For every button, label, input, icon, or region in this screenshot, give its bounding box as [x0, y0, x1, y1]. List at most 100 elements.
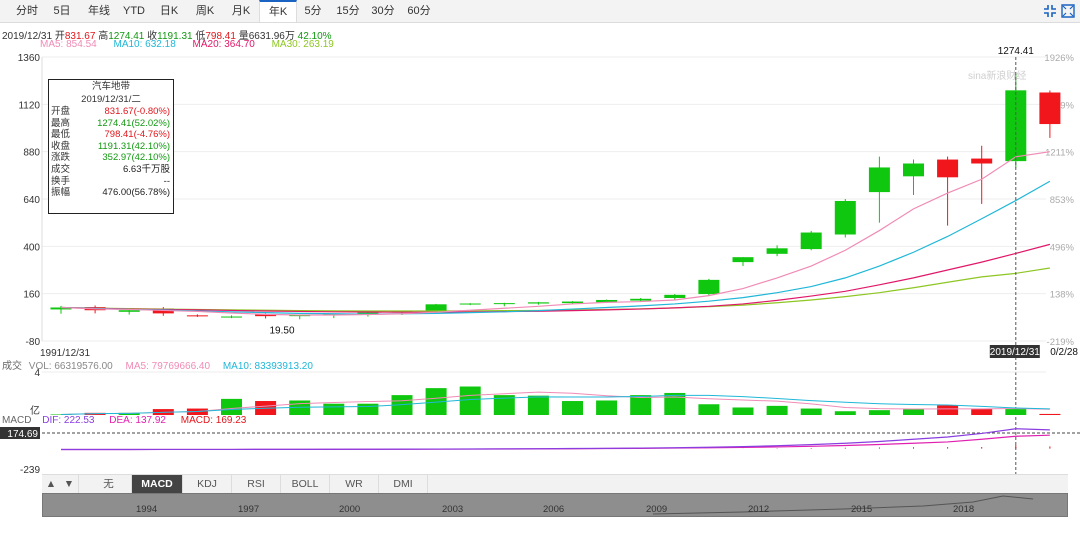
candle-body [698, 279, 720, 295]
tab-yearly-k[interactable]: 年K [259, 0, 297, 22]
tooltip-row-value: 831.67(-0.80%) [104, 106, 170, 117]
candle-body [630, 298, 652, 301]
right-date-fragment: 0/2/28 [1050, 347, 1078, 358]
shrink-icon[interactable] [1042, 3, 1058, 19]
tooltip-rows: 开盘 831.67(-0.80%) 最高 1274.41(52.02%) 最低 798.4… [49, 106, 173, 199]
tooltip-row-value: 476.00(56.78%) [102, 187, 170, 199]
volume-bar [903, 409, 924, 415]
candle-body [221, 316, 242, 318]
tab-30min[interactable]: 30分 [366, 0, 400, 22]
scroll-up-button[interactable]: ▲ [42, 475, 60, 494]
indicator-rsi[interactable]: RSI [232, 475, 281, 494]
indicator-macd[interactable]: MACD [132, 475, 183, 494]
candle-body [732, 257, 754, 263]
tooltip-row-value: 6.63千万股 [123, 163, 170, 175]
nav-year-2000: 2000 [339, 504, 361, 515]
macd-top-tick: 174.69 [7, 429, 38, 440]
candle-body [971, 158, 993, 164]
nav-year-1997: 1997 [238, 504, 260, 515]
nav-year-2015: 2015 [851, 504, 873, 515]
dif-line [61, 428, 1050, 451]
tab-60min[interactable]: 60分 [402, 0, 436, 22]
range-navigator[interactable]: 1994 1997 2000 2003 2006 2009 2012 2015 … [42, 493, 1068, 517]
price-tick-label: 1120 [18, 100, 40, 111]
tooltip-row: 开盘 831.67(-0.80%) [49, 106, 173, 118]
tab-weekly-k[interactable]: 周K [188, 0, 222, 22]
volume-bar [562, 401, 583, 415]
tooltip-row-label: 成交 [51, 163, 71, 175]
candle-body [868, 167, 890, 193]
tooltip-row-value: 798.41(-4.76%) [104, 129, 170, 141]
indicator-bar: ▲ ▼ 无 MACD KDJ RSI BOLL WR DMI [42, 474, 1068, 494]
indicator-dmi[interactable]: DMI [379, 475, 428, 494]
candle-body [562, 301, 583, 304]
pct-tick-label: 496% [1050, 242, 1075, 253]
tab-minute[interactable]: 分时 [10, 0, 44, 22]
start-date: 1991/12/31 [40, 348, 91, 359]
pct-tick-label: 1211% [1045, 148, 1074, 159]
candle-body [664, 294, 686, 299]
tooltip-row-label: 最高 [51, 117, 71, 129]
tab-monthly-k[interactable]: 月K [224, 0, 258, 22]
volume-bar [937, 405, 959, 415]
candle-body [493, 303, 515, 305]
candle-body [118, 310, 140, 312]
nav-year-1994: 1994 [136, 504, 158, 515]
scroll-down-button[interactable]: ▼ [60, 475, 79, 494]
macd-bottom-tick: -239 [20, 465, 40, 474]
pct-tick-label: 1926% [1044, 53, 1074, 64]
macd-value: MACD: 169.23 [180, 415, 247, 426]
volume-bar [323, 403, 345, 415]
volume-bar [596, 400, 618, 415]
volume-bar [868, 410, 890, 415]
indicator-wr[interactable]: WR [330, 475, 379, 494]
volume-bar [664, 392, 686, 415]
tab-ytd[interactable]: YTD [118, 0, 150, 22]
nav-year-2012: 2012 [748, 504, 770, 515]
candle-body [1039, 92, 1061, 125]
price-tick-label: -80 [26, 337, 41, 348]
tooltip-row-label: 开盘 [51, 106, 71, 117]
tab-daily-k[interactable]: 日K [152, 0, 186, 22]
tab-5day[interactable]: 5日 [46, 0, 78, 22]
tooltip-row-label: 换手 [51, 175, 71, 187]
volume-bar [834, 411, 856, 415]
tooltip-row-value: 1274.41(52.02%) [97, 117, 170, 129]
dif-value: DIF: 222.53 [42, 415, 95, 426]
tooltip-row: 振幅 476.00(56.78%) [49, 187, 173, 199]
price-tick-label: 160 [23, 290, 40, 301]
tooltip-row: 最高 1274.41(52.02%) [49, 118, 173, 130]
indicator-boll[interactable]: BOLL [281, 475, 330, 494]
vol-ma5: MA5: 79769666.40 [125, 361, 211, 372]
candle-body [186, 315, 208, 317]
tab-year-line[interactable]: 年线 [80, 0, 118, 22]
vol-ma10-line [60, 394, 1050, 415]
tooltip-stock-name: 汽车地带 [91, 81, 130, 92]
tab-5min[interactable]: 5分 [298, 0, 328, 22]
candle-body [834, 200, 856, 235]
vol-value: VOL: 66319576.00 [28, 361, 113, 372]
indicator-none[interactable]: 无 [86, 475, 132, 494]
price-tick-label: 640 [23, 195, 40, 206]
price-tick-label: 400 [23, 242, 40, 253]
macd-legend: MACD DIF: 222.53 DEA: 137.92 MACD: 169.2… [2, 415, 246, 426]
tooltip-row-value: 1191.31(42.10%) [97, 140, 170, 152]
vol-panel-label: 成交 [2, 361, 22, 372]
tab-15min[interactable]: 15分 [332, 0, 364, 22]
volume-bar [459, 386, 481, 415]
ma10-line [60, 180, 1051, 315]
volume-bar [1039, 413, 1061, 415]
expand-icon[interactable] [1060, 3, 1076, 19]
candle-body [766, 248, 788, 254]
tooltip-row-label: 收盘 [51, 140, 71, 152]
pct-tick-label: 138% [1050, 290, 1075, 301]
tooltip-box: 汽车地带 2019/12/31/二 开盘 831.67(-0.80%) 最高 1274… [48, 79, 174, 214]
volume-bar [766, 405, 788, 415]
vol-legend: 成交 VOL: 66319576.00 MA5: 79769666.40 MA1… [2, 357, 313, 372]
sina-watermark: sina新浪财经 [968, 69, 1026, 82]
volume-bar [221, 398, 242, 415]
tooltip-row: 换手 -- [49, 176, 173, 188]
tooltip-row: 涨跌 352.97(42.10%) [49, 152, 173, 164]
indicator-kdj[interactable]: KDJ [183, 475, 232, 494]
dea-value: DEA: 137.92 [109, 415, 166, 426]
